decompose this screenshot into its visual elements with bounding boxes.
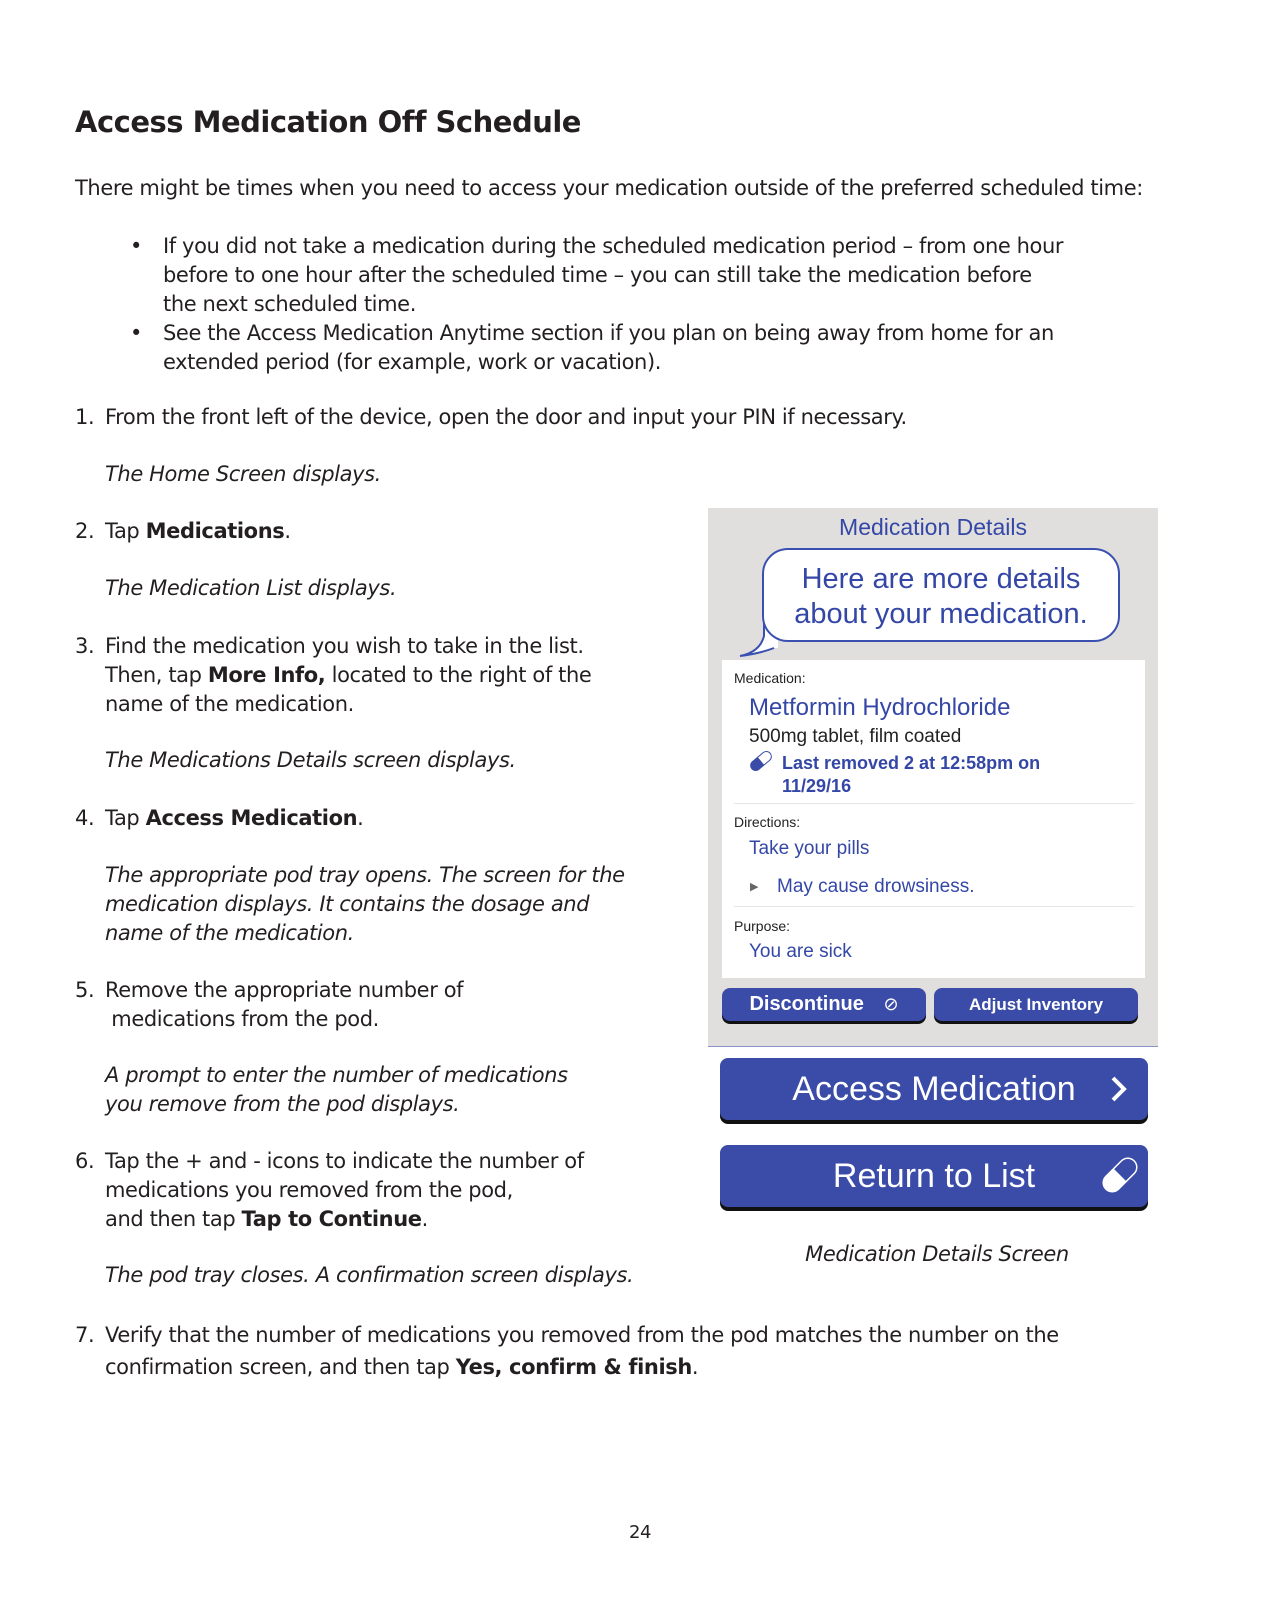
medication-label: Medication: (734, 670, 806, 686)
step-5: 5. Remove the appropriate number of medi… (75, 976, 635, 1034)
purpose-text: You are sick (749, 941, 852, 962)
step-number: 4. (75, 806, 95, 830)
bullet-line: See the Access Medication Anytime sectio… (163, 321, 1054, 345)
step-text: Tap the + and - icons to indicate the nu… (105, 1149, 584, 1231)
adjust-inventory-button[interactable]: Adjust Inventory (934, 988, 1138, 1021)
step-2: 2. Tap Medications. (75, 517, 635, 546)
pill-capsule-icon (750, 751, 772, 771)
intro-paragraph: There might be times when you need to ac… (75, 176, 1143, 200)
step-4: 4. Tap Access Medication. (75, 804, 635, 833)
return-to-list-button[interactable]: Return to List (720, 1145, 1148, 1207)
step-number: 5. (75, 978, 95, 1002)
bullet-glyph: • (130, 234, 142, 258)
divider (734, 906, 1134, 907)
step-number: 7. (75, 1323, 95, 1347)
medication-details-screen: Medication Details Here are more details… (708, 508, 1158, 1047)
access-medication-button[interactable]: Access Medication (720, 1058, 1148, 1120)
step-text: Tap Medications. (105, 519, 291, 543)
step-2-note: The Medication List displays. (105, 576, 397, 600)
bullet-line: the next scheduled time. (163, 292, 416, 316)
step-text: Verify that the number of medications yo… (105, 1323, 1059, 1379)
purpose-label: Purpose: (734, 918, 791, 934)
step-1-note: The Home Screen displays. (105, 462, 381, 486)
medication-name: Metformin Hydrochloride (749, 694, 1011, 721)
step-3: 3. Find the medication you wish to take … (75, 632, 635, 719)
ui-term: More Info, (207, 663, 326, 687)
step-1: 1. From the front left of the device, op… (75, 403, 975, 432)
medication-form: 500mg tablet, film coated (749, 726, 962, 747)
bullet-glyph: • (130, 321, 142, 345)
bullet-line: before to one hour after the scheduled t… (163, 263, 1032, 287)
page-number: 24 (628, 1522, 652, 1543)
bubble-line: Here are more details (801, 563, 1081, 595)
step-number: 6. (75, 1149, 95, 1173)
speech-bubble: Here are more details about your medicat… (762, 548, 1120, 642)
chevron-right-icon (1111, 1076, 1127, 1102)
step-text: Find the medication you wish to take in … (105, 634, 592, 716)
step-text: Tap Access Medication. (105, 806, 364, 830)
no-entry-icon: ⊘ (883, 994, 899, 1014)
bullet-item: • If you did not take a medication durin… (130, 232, 1090, 319)
discontinue-button[interactable]: Discontinue ⊘ (722, 988, 926, 1021)
bubble-line: about your medication. (794, 598, 1088, 630)
figure-caption: Medication Details Screen (805, 1242, 1069, 1266)
step-text: From the front left of the device, open … (105, 405, 907, 429)
step-number: 1. (75, 405, 95, 429)
ui-term: Access Medication (145, 806, 358, 830)
step-7: 7. Verify that the number of medications… (75, 1319, 1125, 1383)
page-title: Access Medication Off Schedule (75, 105, 581, 139)
directions-label: Directions: (734, 814, 801, 830)
triangle-right-icon[interactable]: ▶ (750, 880, 758, 893)
ui-term: Yes, confirm & finish (455, 1355, 693, 1379)
bullet-list: • If you did not take a medication durin… (130, 232, 1090, 377)
ui-term: Tap to Continue (241, 1207, 422, 1231)
ui-term: Medications (145, 519, 285, 543)
step-3-note: The Medications Details screen displays. (105, 748, 516, 772)
step-4-note: The appropriate pod tray opens. The scre… (105, 863, 625, 945)
step-6-note: The pod tray closes. A confirmation scre… (105, 1263, 634, 1287)
details-card: Medication: Metformin Hydrochloride 500m… (722, 660, 1145, 978)
warning-text[interactable]: May cause drowsiness. (777, 876, 974, 898)
button-label: Discontinue (749, 993, 864, 1015)
bullet-item: • See the Access Medication Anytime sect… (130, 319, 1090, 377)
directions-text: Take your pills (749, 838, 870, 859)
button-label: Access Medication (792, 1070, 1076, 1108)
divider (734, 803, 1134, 804)
bullet-line: extended period (for example, work or va… (163, 350, 662, 374)
bullet-line: If you did not take a medication during … (163, 234, 1064, 258)
screen-header: Medication Details (839, 514, 1027, 540)
step-text: Remove the appropriate number of medicat… (105, 978, 464, 1031)
step-5-note: A prompt to enter the number of medicati… (105, 1063, 568, 1116)
button-label: Return to List (832, 1157, 1036, 1195)
step-number: 2. (75, 519, 95, 543)
pill-capsule-icon (1102, 1157, 1138, 1193)
step-6: 6. Tap the + and - icons to indicate the… (75, 1147, 635, 1234)
step-number: 3. (75, 634, 95, 658)
last-removed-text: Last removed 2 at 12:58pm on 11/29/16 (782, 753, 1041, 796)
